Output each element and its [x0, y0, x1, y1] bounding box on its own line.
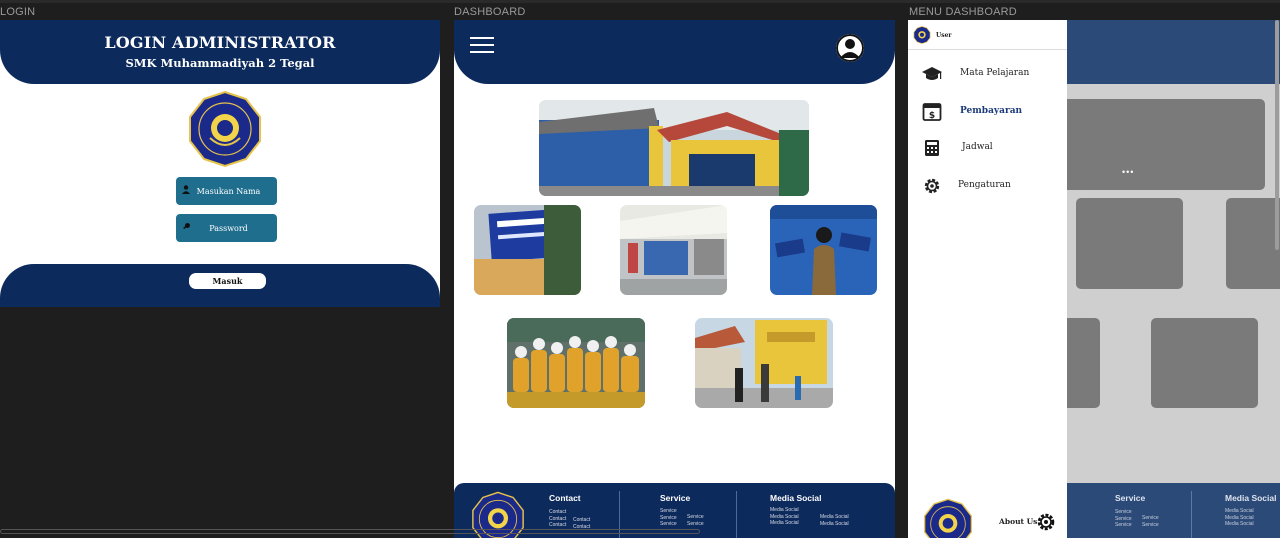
name-input[interactable]: Masukan Nama [176, 177, 277, 205]
overlay-footer-service-list-2: Service Service [1142, 515, 1159, 528]
password-input[interactable]: Password [176, 214, 277, 242]
menu-background-overlay: ••• Service Service Service Service Serv… [1067, 20, 1280, 538]
footer-social-link[interactable]: Media Social [820, 521, 849, 528]
menu-item-pembayaran[interactable]: $ Pembayaran [908, 100, 1067, 124]
footer-social-link[interactable]: Media Social [770, 520, 799, 527]
overlay-footer-divider [1191, 491, 1192, 538]
footer-service-title: Service [660, 493, 691, 503]
frame-label-login: LOGIN [0, 6, 36, 18]
svg-text:$: $ [929, 111, 935, 121]
menu-item-label-active: Pembayaran [960, 106, 1023, 116]
overlay-service-link: Service [1115, 509, 1132, 515]
user-icon [176, 185, 196, 197]
school-building-photo [539, 100, 809, 196]
key-icon [176, 222, 196, 234]
footer-service-link[interactable]: Service [660, 508, 677, 515]
footer-contact-title: Contact [549, 493, 581, 503]
gear-icon [924, 178, 940, 194]
school-yard-photo [695, 318, 833, 408]
login-subtitle: SMK Muhammadiyah 2 Tegal [125, 56, 315, 70]
overlay-service-link: Service [1115, 522, 1132, 528]
overlay-footer-service-title: Service [1115, 493, 1146, 503]
canvas-ruler [0, 0, 1280, 3]
menu-item-mata-pelajaran[interactable]: Mata Pelajaran [908, 62, 1067, 86]
students-group-photo [507, 318, 645, 408]
ellipsis-icon: ••• [1122, 167, 1135, 177]
frame-label-menu: MENU DASHBOARD [909, 6, 1017, 18]
overlay-photo-placeholder [1076, 198, 1183, 289]
footer-service-list: Service Service Service [660, 508, 677, 528]
overlay-social-link: Media Social [1225, 521, 1254, 527]
login-submit-button[interactable]: Masuk [189, 273, 266, 289]
student-poster-photo [770, 205, 877, 295]
calculator-icon [925, 140, 939, 156]
side-menu-user-header: User [908, 20, 1067, 50]
dashboard-header [454, 20, 895, 84]
side-menu-user-label: User [936, 32, 952, 39]
footer-contact-link[interactable]: Contact [549, 522, 566, 529]
footer-social-list: Media Social Media Social Media Social [770, 507, 799, 527]
school-logo-icon [189, 90, 261, 168]
hamburger-menu-icon[interactable] [470, 37, 494, 53]
overlay-service-link: Service [1142, 515, 1159, 521]
overlay-footer-service-list: Service Service Service [1115, 509, 1132, 529]
menu-item-pengaturan[interactable]: Pengaturan [908, 174, 1067, 198]
footer-contact-link[interactable]: Contact [573, 517, 590, 524]
footer-social-title: Media Social [770, 493, 822, 503]
menu-item-label: Jadwal [962, 142, 993, 152]
login-header: LOGIN ADMINISTRATOR SMK Muhammadiyah 2 T… [0, 20, 440, 84]
school-hallway-photo [620, 205, 727, 295]
menu-item-jadwal[interactable]: Jadwal [908, 136, 1067, 160]
menu-item-label: Mata Pelajaran [960, 68, 1030, 78]
overlay-photo-placeholder [1067, 318, 1100, 408]
overlay-social-link: Media Social [1225, 508, 1254, 514]
school-sign-photo [474, 205, 581, 295]
footer-service-link[interactable]: Service [687, 514, 704, 521]
about-us-link[interactable]: About Us [999, 517, 1037, 526]
overlay-main-photo-placeholder: ••• [1067, 99, 1265, 190]
login-frame: LOGIN ADMINISTRATOR SMK Muhammadiyah 2 T… [0, 20, 440, 307]
side-menu-panel: User Mata Pelajaran $ Pembayaran Jadwal [908, 20, 1067, 538]
footer-contact-link[interactable]: Contact [549, 509, 566, 516]
footer-social-link[interactable]: Media Social [820, 514, 849, 521]
frame-label-dashboard: DASHBOARD [454, 6, 526, 18]
side-menu-bottom-logo-icon [924, 498, 972, 538]
footer-service-link[interactable]: Service [687, 521, 704, 528]
menu-background-footer: Service Service Service Service Service … [1067, 483, 1280, 538]
footer-social-link[interactable]: Media Social [770, 507, 799, 514]
payment-dollar-icon: $ [922, 103, 942, 121]
graduation-cap-icon [922, 67, 942, 80]
footer-contact-list: Contact Contact Contact [549, 509, 566, 529]
footer-divider [736, 491, 737, 538]
login-title: LOGIN ADMINISTRATOR [104, 33, 336, 52]
dashboard-frame: Contact Contact Contact Contact Contact … [454, 20, 895, 538]
footer-social-list-2: Media Social Media Social [820, 514, 849, 527]
overlay-footer-social-title: Media Social [1225, 493, 1277, 503]
name-placeholder: Masukan Nama [196, 186, 261, 196]
menu-item-label: Pengaturan [958, 180, 1011, 190]
user-avatar-icon[interactable] [836, 34, 864, 62]
horizontal-scrollbar[interactable] [0, 529, 700, 534]
overlay-service-link: Service [1142, 521, 1159, 528]
side-menu-logo-icon [913, 26, 931, 44]
footer-service-list-2: Service Service [687, 514, 704, 527]
password-placeholder: Password [209, 223, 248, 233]
about-settings-gear-icon[interactable] [1036, 512, 1056, 532]
menu-background-header [1067, 20, 1280, 84]
overlay-photo-placeholder [1226, 198, 1280, 289]
vertical-scrollbar[interactable] [1275, 20, 1279, 250]
overlay-photo-placeholder [1151, 318, 1258, 408]
footer-service-link[interactable]: Service [660, 521, 677, 528]
overlay-footer-social-list: Media Social Media Social Media Social [1225, 508, 1254, 528]
